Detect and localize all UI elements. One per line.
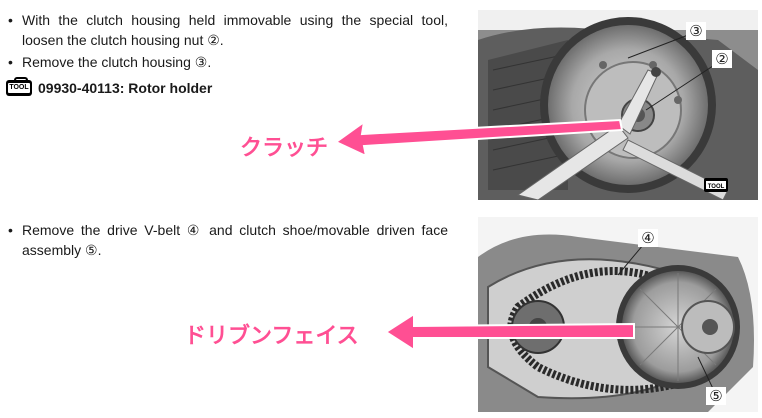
- step-text: Remove the clutch housing ③.: [22, 54, 212, 70]
- step-remove-clutch-housing: • Remove the clutch housing ③.: [8, 52, 448, 72]
- step-remove-drive-belt: • Remove the drive V-belt ④ and clutch s…: [8, 220, 448, 260]
- tool-icon: TOOL: [6, 77, 32, 96]
- step-text: With the clutch housing held immovable u…: [22, 12, 448, 48]
- clutch-housing-photo: ③ ② TOOL: [478, 10, 758, 200]
- callout-5: ⑤: [709, 387, 722, 405]
- callout-3: ③: [689, 22, 702, 40]
- bullet: •: [8, 12, 13, 28]
- callout-4: ④: [641, 229, 654, 247]
- step-text: Remove the drive V-belt ④ and clutch sho…: [22, 222, 448, 258]
- bullet: •: [8, 222, 13, 238]
- driven-face-arrow: [384, 312, 635, 352]
- clutch-arrow: [334, 118, 624, 154]
- clutch-housing-illustration: ③ ② TOOL: [478, 10, 758, 200]
- bullet: •: [8, 54, 13, 70]
- callout-2: ②: [715, 50, 728, 68]
- tool-label: 09930-40113: Rotor holder: [38, 80, 213, 96]
- special-tool-line: TOOL 09930-40113: Rotor holder: [6, 77, 213, 96]
- clutch-annotation: クラッチ: [240, 135, 329, 160]
- tool-badge: TOOL: [708, 184, 725, 190]
- driven-face-annotation: ドリブンフェイス: [184, 323, 359, 348]
- step-clutch-housing-nut: • With the clutch housing held immovable…: [8, 10, 448, 50]
